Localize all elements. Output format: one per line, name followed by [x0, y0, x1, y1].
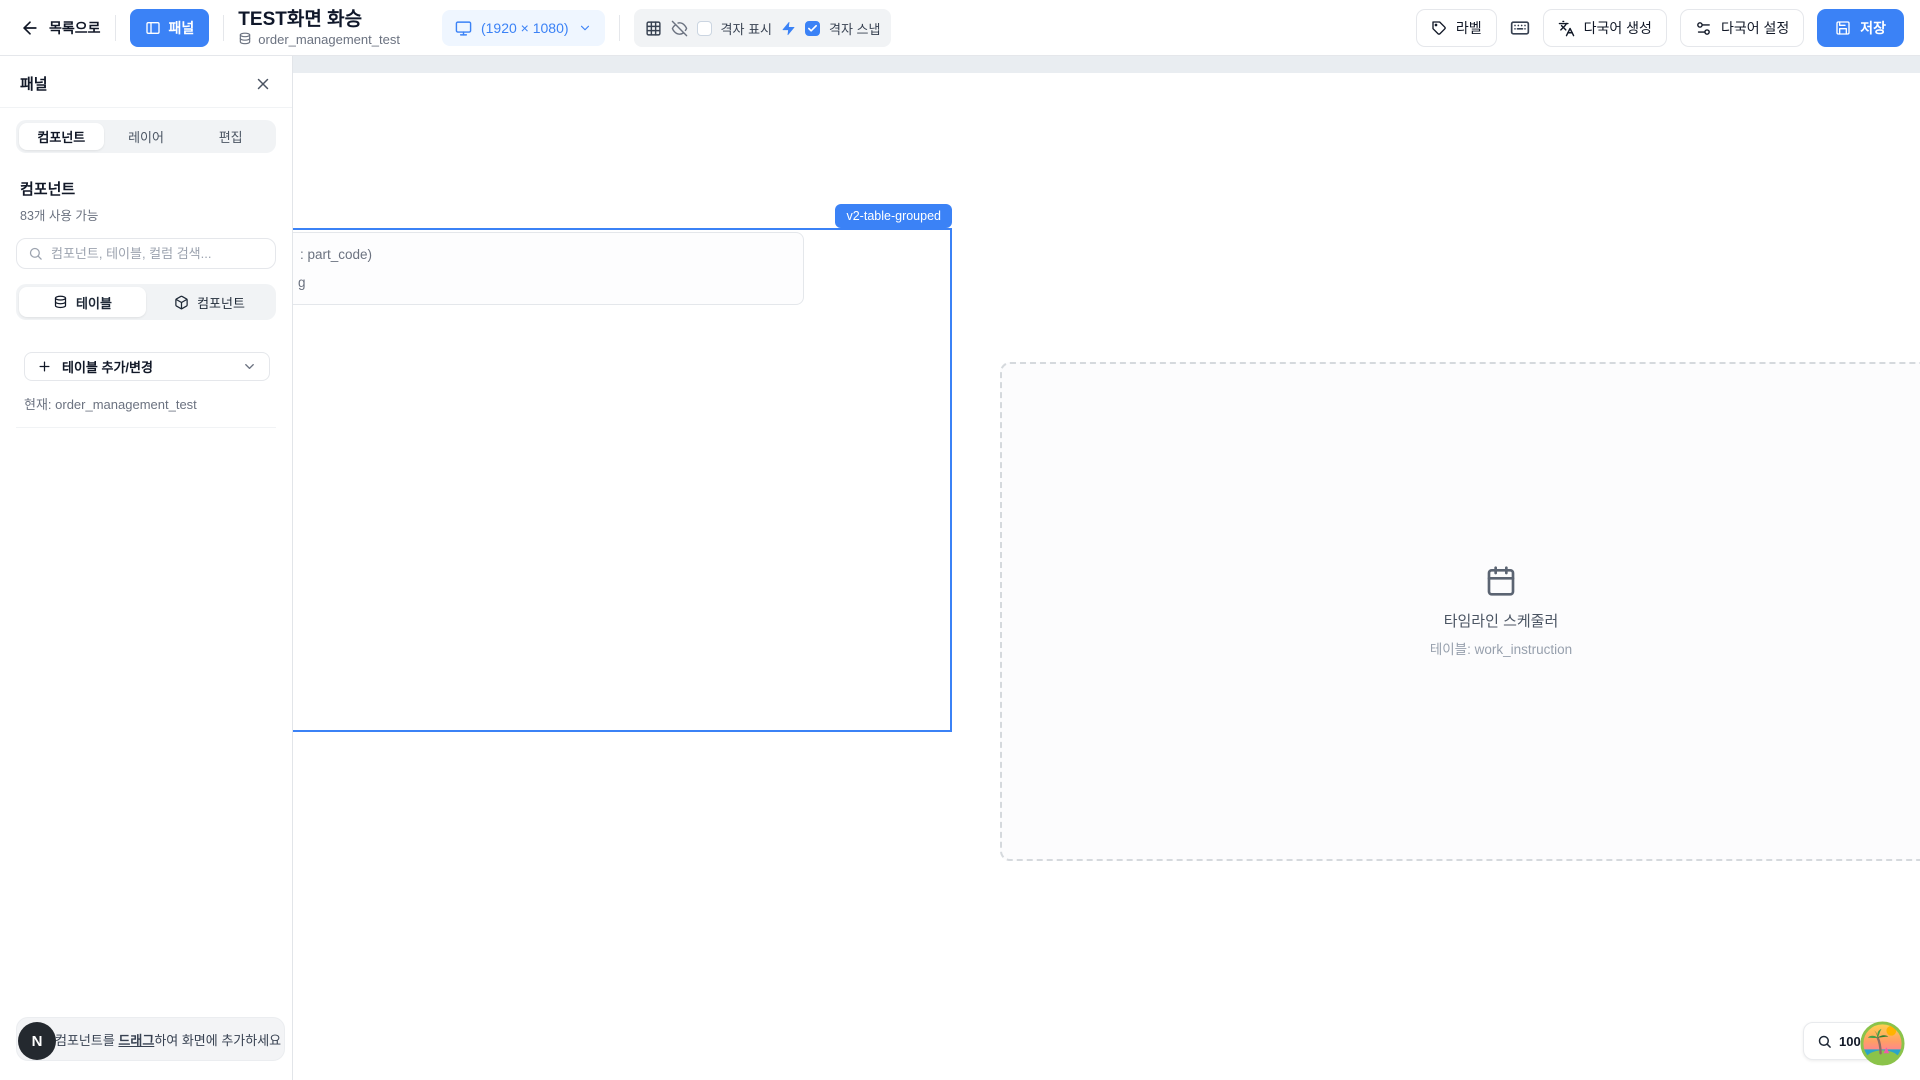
close-icon[interactable] [254, 75, 272, 93]
source-toggle-component[interactable]: 컴포넌트 [146, 287, 273, 317]
panel-tab-bar: 컴포넌트 레이어 편집 [16, 120, 276, 153]
panel-button-label: 패널 [169, 18, 195, 38]
drag-hint-bold: 드래그 [118, 1033, 154, 1048]
editor-canvas[interactable]: v2-table-grouped : part_code) g 타임라인 스케줄… [293, 56, 1920, 1080]
toolbar-divider [115, 15, 116, 41]
screen-title-block: TEST화면 화승 order_management_test [238, 10, 400, 47]
back-button-label: 목록으로 [49, 18, 101, 38]
toolbar-right: 라벨 다국어 생성 다국어 설정 저장 [1416, 0, 1904, 56]
label-button[interactable]: 라벨 [1416, 9, 1497, 47]
component-header-text-fragment: g [298, 275, 306, 290]
i18n-settings-button[interactable]: 다국어 설정 [1680, 9, 1804, 47]
avatar-initial: N [32, 1033, 43, 1050]
chevron-down-icon [242, 359, 257, 374]
search-icon [28, 246, 43, 261]
tab-layers[interactable]: 레이어 [104, 123, 189, 150]
tab-edit[interactable]: 편집 [188, 123, 273, 150]
arrow-left-icon [20, 18, 40, 38]
drag-hint: 컴포넌트를 드래그하여 화면에 추가하세요 [16, 1017, 285, 1061]
grid-controls-group: 격자 표시 격자 스냅 [634, 9, 892, 47]
drag-hint-suffix: 하여 화면에 추가하세요 [154, 1033, 281, 1048]
component-search-input[interactable] [51, 246, 264, 261]
cube-icon [174, 295, 189, 310]
calendar-icon [1485, 565, 1517, 597]
toolbar-left: 목록으로 패널 TEST화면 화승 order_management_test … [0, 0, 891, 56]
sliders-icon [1695, 20, 1712, 37]
placeholder-title: 타임라인 스케줄러 [1444, 610, 1559, 631]
component-header-text-fragment: : part_code) [300, 247, 372, 262]
toolbar-divider [619, 15, 620, 41]
magnifier-icon [1817, 1034, 1832, 1049]
viewport-size-dropdown[interactable]: (1920 × 1080) [442, 10, 605, 46]
component-header-box: : part_code) g [293, 232, 804, 305]
toolbar-divider [223, 15, 224, 41]
grid-icon [645, 20, 662, 37]
panel-toggle-button[interactable]: 패널 [130, 9, 210, 47]
source-toggle: 테이블 컴포넌트 [16, 284, 276, 320]
plus-icon [37, 359, 52, 374]
panel-divider [16, 427, 276, 428]
top-toolbar: 목록으로 패널 TEST화면 화승 order_management_test … [0, 0, 1920, 56]
placeholder-table-label: 테이블: work_instruction [1430, 638, 1572, 658]
selected-component-type-badge: v2-table-grouped [835, 204, 952, 228]
database-icon [238, 32, 252, 46]
tag-icon [1431, 20, 1447, 36]
save-button-text: 저장 [1860, 18, 1886, 38]
i18n-generate-button[interactable]: 다국어 생성 [1543, 9, 1667, 47]
components-count: 83개 사용 가능 [20, 205, 272, 224]
back-to-list-button[interactable]: 목록으로 [20, 18, 101, 38]
components-panel: 패널 컴포넌트 레이어 편집 컴포넌트 83개 사용 가능 테이블 컴포넌트 [0, 56, 293, 1080]
components-section-title: 컴포넌트 [20, 178, 272, 199]
components-section-header: 컴포넌트 83개 사용 가능 [20, 178, 272, 224]
current-table-label: 현재: order_management_test [24, 394, 292, 413]
drag-hint-prefix: 컴포넌트를 [55, 1033, 118, 1048]
page-table-ref: order_management_test [238, 32, 400, 47]
panel-header: 패널 [0, 56, 292, 108]
i18n-generate-text: 다국어 생성 [1584, 18, 1652, 38]
timeline-scheduler-placeholder[interactable]: 타임라인 스케줄러 테이블: work_instruction [1000, 362, 1920, 861]
source-toggle-table[interactable]: 테이블 [19, 287, 146, 317]
grid-show-checkbox[interactable] [697, 21, 712, 36]
i18n-settings-text: 다국어 설정 [1721, 18, 1789, 38]
collaborator-cursor-avatar: N [18, 1022, 56, 1060]
source-toggle-table-label: 테이블 [76, 293, 112, 312]
database-icon [53, 295, 68, 310]
viewport-size-label: (1920 × 1080) [481, 20, 569, 36]
page-title: TEST화면 화승 [238, 10, 400, 29]
tab-components[interactable]: 컴포넌트 [19, 123, 104, 150]
save-icon [1835, 20, 1851, 36]
component-search[interactable] [16, 238, 276, 269]
keyboard-shortcuts-button[interactable] [1510, 18, 1530, 38]
languages-icon [1558, 20, 1575, 37]
save-button[interactable]: 저장 [1817, 9, 1904, 47]
label-button-text: 라벨 [1456, 18, 1482, 38]
grid-show-label: 격자 표시 [721, 19, 772, 38]
eye-off-icon [671, 20, 688, 37]
panel-title: 패널 [20, 73, 48, 94]
panel-layout-icon [145, 20, 161, 36]
chevron-down-icon [578, 21, 592, 35]
grid-snap-label: 격자 스냅 [829, 19, 880, 38]
island-sticker [1859, 1020, 1906, 1067]
selected-table-component[interactable]: v2-table-grouped : part_code) g [293, 228, 952, 732]
zap-icon [781, 21, 796, 36]
add-change-table-label: 테이블 추가/변경 [62, 357, 153, 376]
grid-snap-checkbox[interactable] [805, 21, 820, 36]
table-ref-label: order_management_test [258, 32, 400, 47]
monitor-icon [455, 20, 472, 37]
source-toggle-component-label: 컴포넌트 [197, 293, 245, 312]
keyboard-icon [1510, 18, 1530, 38]
add-change-table-button[interactable]: 테이블 추가/변경 [24, 352, 270, 381]
